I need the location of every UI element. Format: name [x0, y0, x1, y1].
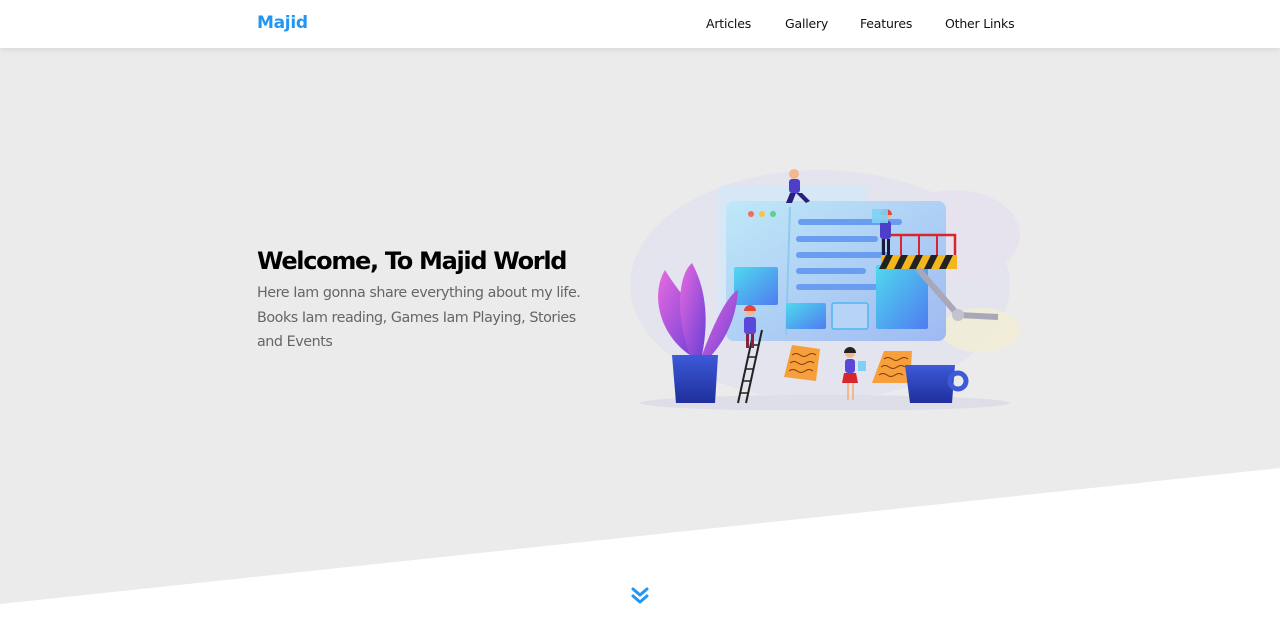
main-nav: Articles Gallery Features Other Links	[0, 16, 1280, 36]
chevron-double-down-icon	[631, 587, 649, 604]
hero-title: Welcome, To Majid World	[257, 247, 567, 275]
nav-item-articles[interactable]: Articles	[706, 16, 751, 31]
hero-content: Welcome, To Majid World Here Iam gonna s…	[257, 245, 617, 355]
nav-item-gallery[interactable]: Gallery	[785, 16, 828, 31]
web-development-illustration	[630, 169, 1020, 410]
nav-item-other-links[interactable]: Other Links	[945, 16, 1015, 31]
site-header: Majid Articles Gallery Features Other Li…	[0, 0, 1280, 48]
hero-description: Here Iam gonna share everything about my…	[257, 285, 581, 350]
nav-item-features[interactable]: Features	[860, 16, 912, 31]
scroll-down-button[interactable]	[628, 584, 652, 608]
